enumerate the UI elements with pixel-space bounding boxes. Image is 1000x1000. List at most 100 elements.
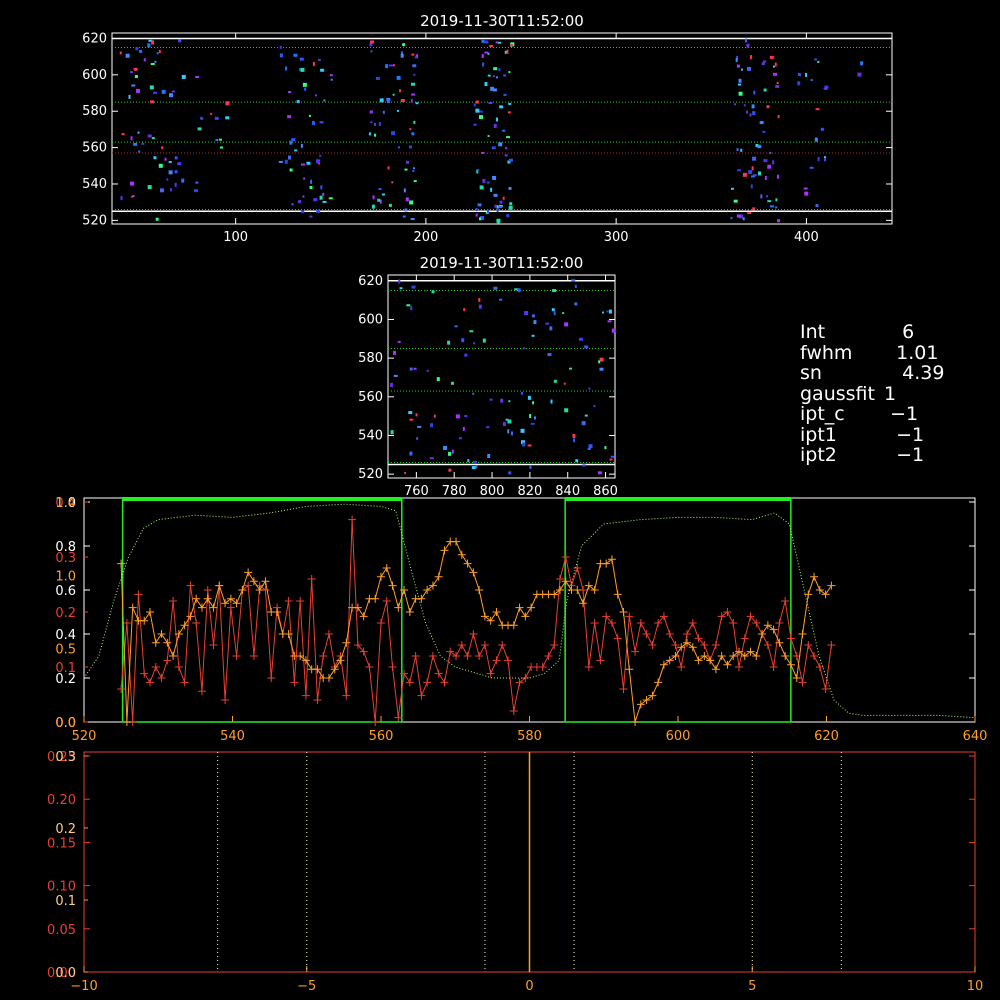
profile-plus-marker [827,581,836,590]
top-data-point [302,82,307,87]
profile-plus-marker [423,678,432,687]
profile-plus-marker [475,652,484,660]
profile-plus-marker [359,612,368,621]
profile-plus-marker [411,652,420,660]
mid-data-point [409,367,413,371]
top-data-point [473,123,477,126]
bottom-ytick-label-red: 0.20 [47,793,76,808]
info-value: 1 [878,382,897,405]
top-data-point [396,75,401,80]
bottom-xtick-label: 10 [967,979,984,994]
profile-plus-marker [463,652,472,660]
mid-data-point [531,334,535,337]
top-data-point [306,161,311,165]
top-data-point [413,180,417,183]
top-data-point [288,90,292,93]
info-value: 1.01 [878,341,939,364]
profile-plus-marker [307,575,316,583]
top-data-point [504,50,507,54]
top-data-point [475,100,479,104]
top-data-point [744,38,747,43]
mid-data-point [411,285,416,289]
top-data-point [132,195,135,198]
top-data-point [742,217,745,221]
top-data-point [301,210,305,214]
mid-data-point [611,328,616,333]
top-data-point [473,103,476,107]
profile-plus-marker [186,612,195,621]
profile-plus-marker [775,619,784,627]
profile-plus-marker [440,546,449,555]
mid-data-point [529,465,532,469]
top-data-point [404,168,408,171]
top-xtick-label: 200 [413,230,438,245]
top-data-point [328,197,333,200]
profile-plus-marker [810,572,819,581]
profile-plus-marker [336,656,345,665]
bottom-ytick-label: 0.1 [55,894,76,909]
top-data-point [760,194,763,199]
top-data-point [495,117,498,122]
mid-data-point [502,422,506,427]
profile-plus-marker [151,663,160,671]
profile-plus-marker [821,590,830,599]
profile-plus-marker [677,663,686,671]
top-data-point [137,131,140,134]
mid-data-point [610,455,615,458]
top-data-point [386,99,390,104]
top-data-point [200,116,204,120]
top-data-point [493,123,497,128]
top-data-point [279,53,283,58]
top-data-point [177,162,182,166]
mid-data-point [443,445,448,450]
top-data-point [772,65,775,68]
top-data-point [504,154,508,157]
top-data-point [411,93,416,96]
top-data-point [491,146,496,150]
profile-plus-marker [325,630,334,638]
top-data-point [411,53,415,56]
top-data-point [506,49,509,54]
profile-plus-marker [145,608,154,616]
top-data-point [287,155,291,160]
mid-data-point [461,338,465,343]
top-data-point [508,102,512,105]
top-data-point [396,109,399,112]
top-data-point [509,202,513,206]
top-data-point [751,166,754,171]
top-data-point [490,187,493,192]
top-data-point [484,40,489,44]
top-ytick-label: 520 [82,213,107,228]
top-data-point [316,209,321,213]
profile-plus-marker [781,652,790,660]
top-data-point [494,204,497,208]
top-data-point [316,159,321,164]
mid-data-point [593,405,596,408]
top-data-point [752,111,756,116]
top-data-point [374,122,377,126]
top-data-point [210,112,213,115]
profile-plus-marker [671,641,680,649]
top-data-point [742,172,747,177]
top-data-point [147,134,152,138]
profile-window-box [564,497,792,723]
top-data-point [375,76,380,80]
top-data-point [174,182,177,187]
profile-plus-marker [607,555,616,564]
profile-plus-marker [244,568,253,577]
top-data-point [319,195,323,200]
top-data-point [120,196,123,201]
top-data-point [773,72,778,76]
mid-data-point [574,284,577,288]
profile-plus-marker [197,603,206,612]
top-data-point [397,146,400,149]
profile-plus-marker [631,647,640,656]
profile-plus-marker [174,663,183,671]
top-data-point [150,63,155,66]
profile-plus-marker [619,685,628,693]
profile-plus-marker [671,652,680,660]
mid-data-point [508,400,511,403]
top-data-point [219,146,223,149]
profile-plus-marker [221,599,230,608]
top-data-point [749,113,752,117]
